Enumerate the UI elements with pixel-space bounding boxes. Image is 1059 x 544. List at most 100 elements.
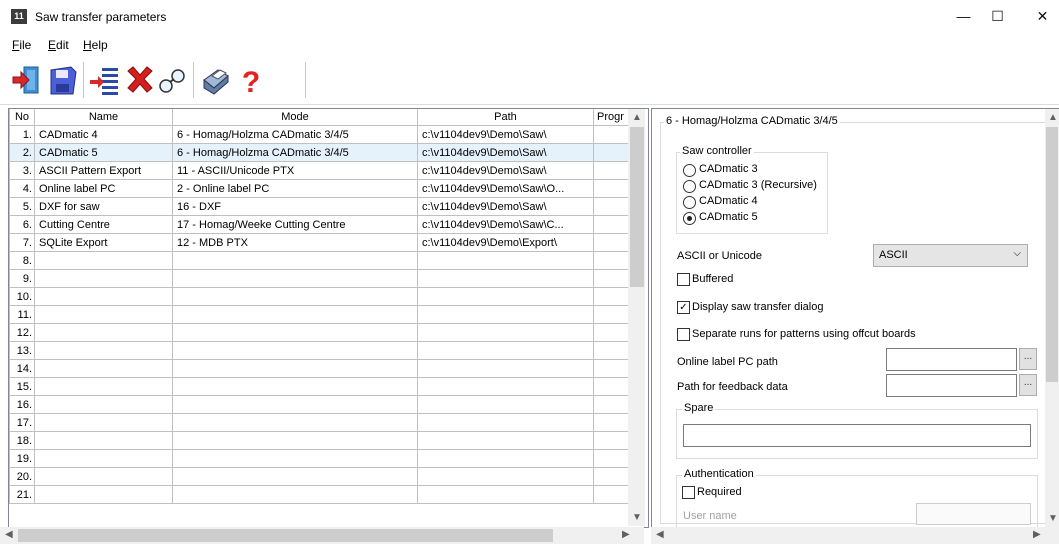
saw-controller-radio[interactable] [683, 212, 696, 225]
panel-scroll-right-arrow-icon[interactable]: ▶ [1033, 529, 1041, 540]
row-name-cell[interactable] [34, 413, 173, 432]
row-path-cell[interactable] [417, 377, 594, 396]
col-header-mode[interactable]: Mode [172, 109, 418, 126]
row-path-cell[interactable] [417, 485, 594, 504]
row-name-cell[interactable] [34, 395, 173, 414]
row-number-cell[interactable]: 1. [9, 125, 35, 144]
row-number-cell[interactable]: 18. [9, 431, 35, 450]
table-row[interactable]: 17. [9, 413, 642, 432]
table-row[interactable]: 1. CADmatic 46 - Homag/Holzma CADmatic 3/… [9, 125, 642, 144]
row-name-cell[interactable] [34, 269, 173, 288]
row-number-cell[interactable]: 15. [9, 377, 35, 396]
row-path-cell[interactable]: c:\v1104dev9\Demo\Saw\O... [417, 179, 594, 198]
row-path-cell[interactable]: c:\v1104dev9\Demo\Saw\C... [417, 215, 594, 234]
table-row[interactable]: 8. [9, 251, 642, 270]
row-path-cell[interactable] [417, 413, 594, 432]
row-mode-cell[interactable]: 12 - MDB PTX [172, 233, 418, 252]
help-icon[interactable]: ? [234, 62, 268, 99]
row-number-cell[interactable]: 12. [9, 323, 35, 342]
row-path-cell[interactable]: c:\v1104dev9\Demo\Saw\ [417, 125, 594, 144]
row-mode-cell[interactable] [172, 395, 418, 414]
row-path-cell[interactable] [417, 287, 594, 306]
insert-row-icon[interactable] [88, 62, 122, 98]
row-path-cell[interactable] [417, 251, 594, 270]
row-number-cell[interactable]: 7. [9, 233, 35, 252]
row-path-cell[interactable] [417, 467, 594, 486]
row-name-cell[interactable]: DXF for saw [34, 197, 173, 216]
row-path-cell[interactable] [417, 323, 594, 342]
table-row[interactable]: 20. [9, 467, 642, 486]
col-header-path[interactable]: Path [417, 109, 594, 126]
row-mode-cell[interactable] [172, 287, 418, 306]
row-mode-cell[interactable] [172, 323, 418, 342]
row-name-cell[interactable] [34, 251, 173, 270]
row-number-cell[interactable]: 4. [9, 179, 35, 198]
auth-required-checkbox[interactable] [682, 486, 695, 499]
row-mode-cell[interactable] [172, 377, 418, 396]
menu-edit[interactable]: Edit [48, 38, 69, 52]
panel-scroll-up-arrow-icon[interactable]: ▲ [1048, 112, 1058, 123]
encoding-select[interactable]: ASCII ⌵ [873, 244, 1028, 267]
panel-vertical-scroll-thumb[interactable] [1046, 127, 1058, 382]
row-name-cell[interactable] [34, 359, 173, 378]
row-mode-cell[interactable] [172, 269, 418, 288]
row-mode-cell[interactable] [172, 413, 418, 432]
row-path-cell[interactable] [417, 359, 594, 378]
row-number-cell[interactable]: 21. [9, 485, 35, 504]
row-name-cell[interactable] [34, 305, 173, 324]
row-number-cell[interactable]: 9. [9, 269, 35, 288]
row-mode-cell[interactable]: 17 - Homag/Weeke Cutting Centre [172, 215, 418, 234]
row-name-cell[interactable] [34, 431, 173, 450]
table-row[interactable]: 3. ASCII Pattern Export 11 - ASCII/Unicode… [9, 161, 642, 180]
row-name-cell[interactable] [34, 485, 173, 504]
row-path-cell[interactable]: c:\v1104dev9\Demo\Saw\ [417, 143, 594, 162]
table-row[interactable]: 18. [9, 431, 642, 450]
row-mode-cell[interactable] [172, 431, 418, 450]
row-number-cell[interactable]: 17. [9, 413, 35, 432]
row-number-cell[interactable]: 20. [9, 467, 35, 486]
print-icon[interactable] [198, 62, 232, 98]
row-name-cell[interactable] [34, 467, 173, 486]
save-icon[interactable] [46, 62, 80, 98]
col-header-name[interactable]: Name [34, 109, 173, 126]
menu-help[interactable]: Help [83, 38, 108, 52]
row-path-cell[interactable]: c:\v1104dev9\Demo\Saw\ [417, 161, 594, 180]
table-row[interactable]: 16. [9, 395, 642, 414]
feedback-path-input[interactable] [886, 374, 1017, 397]
row-name-cell[interactable] [34, 341, 173, 360]
row-mode-cell[interactable] [172, 305, 418, 324]
row-mode-cell[interactable]: 6 - Homag/Holzma CADmatic 3/4/5 [172, 125, 418, 144]
row-name-cell[interactable]: ASCII Pattern Export [34, 161, 173, 180]
row-mode-cell[interactable] [172, 449, 418, 468]
row-path-cell[interactable] [417, 431, 594, 450]
table-row[interactable]: 4. Online label PC 2 - Online label PC c:\v… [9, 179, 642, 198]
row-name-cell[interactable]: CADmatic 5 [34, 143, 173, 162]
table-row[interactable]: 13. [9, 341, 642, 360]
row-number-cell[interactable]: 13. [9, 341, 35, 360]
row-number-cell[interactable]: 19. [9, 449, 35, 468]
saw-controller-radio[interactable] [683, 164, 696, 177]
spare-input[interactable] [683, 424, 1031, 447]
row-name-cell[interactable]: Online label PC [34, 179, 173, 198]
row-mode-cell[interactable]: 6 - Homag/Holzma CADmatic 3/4/5 [172, 143, 418, 162]
row-name-cell[interactable]: CADmatic 4 [34, 125, 173, 144]
exit-icon[interactable] [10, 62, 44, 98]
scroll-down-arrow-icon[interactable]: ▼ [632, 512, 642, 523]
row-mode-cell[interactable]: 16 - DXF [172, 197, 418, 216]
display-dialog-checkbox[interactable]: ✓ [677, 301, 690, 314]
panel-scroll-down-arrow-icon[interactable]: ▼ [1048, 513, 1058, 524]
find-icon[interactable] [156, 62, 190, 98]
row-mode-cell[interactable]: 2 - Online label PC [172, 179, 418, 198]
row-name-cell[interactable]: SQLite Export [34, 233, 173, 252]
saw-controller-radio[interactable] [683, 180, 696, 193]
menu-file[interactable]: File [12, 38, 31, 52]
row-mode-cell[interactable] [172, 359, 418, 378]
saw-controller-radio[interactable] [683, 196, 696, 209]
row-path-cell[interactable]: c:\v1104dev9\Demo\Saw\ [417, 197, 594, 216]
table-row[interactable]: 19. [9, 449, 642, 468]
maximize-button[interactable]: ☐ [975, 0, 1020, 32]
col-header-no[interactable]: No [9, 109, 35, 126]
scroll-up-arrow-icon[interactable]: ▲ [632, 112, 642, 123]
close-button[interactable]: ✕ [1020, 0, 1059, 32]
row-name-cell[interactable]: Cutting Centre [34, 215, 173, 234]
